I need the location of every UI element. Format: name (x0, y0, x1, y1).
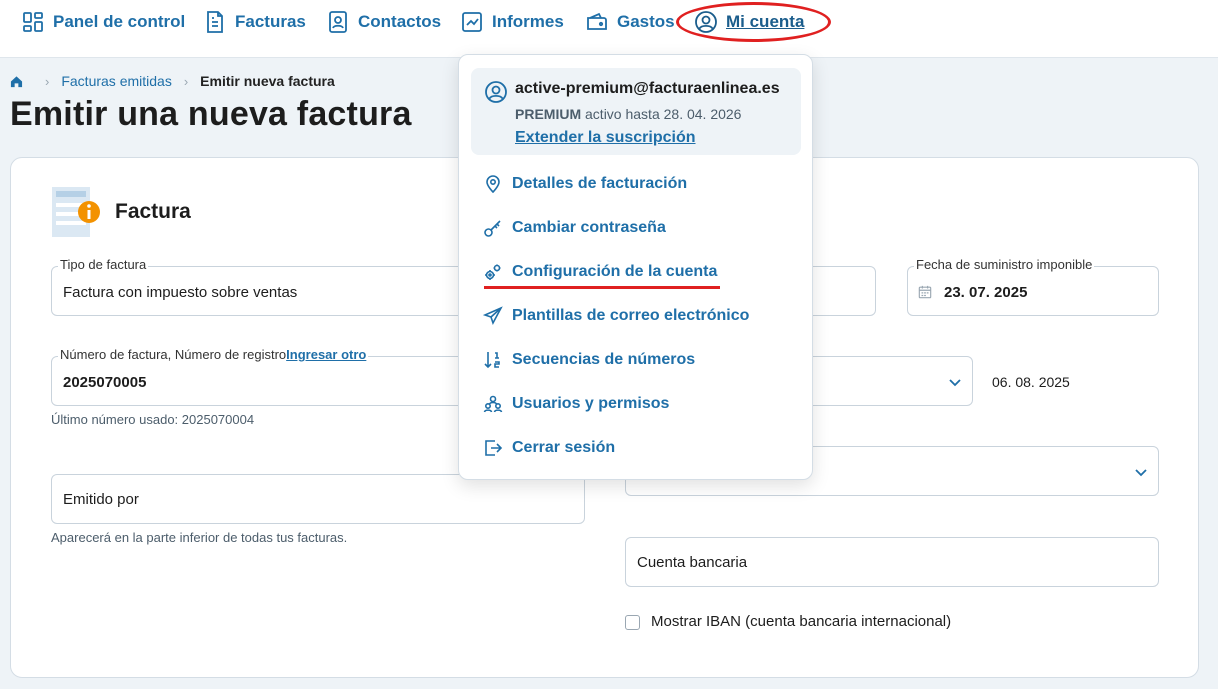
invoice-number-value: 2025070005 (63, 374, 147, 391)
users-icon (483, 395, 503, 413)
dashboard-icon (23, 12, 43, 32)
nav-reports[interactable]: Informes (460, 8, 564, 36)
send-icon (483, 306, 503, 326)
issued-by-placeholder: Emitido por (63, 491, 139, 508)
chevron-down-icon (949, 379, 961, 387)
subscription-status: PREMIUM activo hasta 28. 04. 2026 (515, 106, 741, 122)
nav-contacts-label: Contactos (358, 12, 442, 31)
nav-my-account-label: Mi cuenta (726, 12, 805, 31)
nav-my-account[interactable]: Mi cuenta (694, 8, 804, 36)
breadcrumb-separator-icon: › (183, 73, 189, 89)
menu-billing-details[interactable]: Detalles de facturación (483, 171, 783, 197)
bank-account-input[interactable]: Cuenta bancaria (625, 537, 1159, 587)
chevron-down-icon (1135, 469, 1147, 477)
plan-status: activo hasta 28. 04. 2026 (585, 106, 742, 122)
menu-change-password[interactable]: Cambiar contraseña (483, 215, 783, 241)
invoice-icon (207, 11, 223, 33)
menu-number-sequences-label: Secuencias de números (512, 351, 696, 368)
nav-expenses[interactable]: Gastos (585, 8, 675, 36)
issued-by-helper: Aparecerá en la parte inferior de todas … (51, 530, 348, 545)
key-icon (484, 220, 501, 237)
plan-badge: PREMIUM (515, 106, 582, 122)
invoice-info-icon (52, 187, 100, 237)
logout-icon (485, 440, 503, 456)
breadcrumb-current: Emitir nueva factura (200, 73, 335, 89)
show-iban-label[interactable]: Mostrar IBAN (cuenta bancaria internacio… (651, 613, 951, 630)
user-circle-icon (695, 11, 717, 33)
enter-other-link[interactable]: Ingresar otro (286, 347, 366, 362)
show-iban-checkbox[interactable] (625, 615, 640, 630)
nav-invoices-label: Facturas (235, 12, 306, 31)
invoice-number-label-text: Número de factura, Número de registro (60, 347, 287, 362)
sort-numbers-icon (484, 352, 500, 369)
menu-change-password-label: Cambiar contraseña (512, 219, 666, 236)
gears-icon (485, 264, 501, 280)
section-title: Factura (115, 200, 191, 223)
menu-email-templates-label: Plantillas de correo electrónico (512, 307, 750, 324)
menu-account-settings[interactable]: Configuración de la cuenta (483, 259, 783, 285)
nav-invoices[interactable]: Facturas (203, 8, 306, 36)
account-dropdown-menu: active-premium@facturaenlinea.es PREMIUM… (458, 54, 813, 480)
nav-expenses-label: Gastos (617, 12, 675, 31)
due-date-value: 06. 08. 2025 (992, 374, 1070, 390)
user-circle-icon (485, 81, 507, 103)
extend-subscription-link[interactable]: Extender la suscripción (515, 129, 696, 147)
reports-icon (462, 12, 482, 32)
account-email: active-premium@facturaenlinea.es (515, 80, 780, 97)
breadcrumb-issued-invoices[interactable]: Facturas emitidas (61, 73, 171, 89)
map-pin-icon (486, 175, 500, 194)
taxable-supply-date-field[interactable]: Fecha de suministro imponible 23. 07. 20… (907, 257, 1159, 316)
page-title: Emitir una nueva factura (10, 95, 412, 133)
menu-logout[interactable]: Cerrar sesión (483, 435, 783, 461)
invoice-type-label: Tipo de factura (58, 257, 149, 272)
menu-users-permissions[interactable]: Usuarios y permisos (483, 391, 783, 417)
highlight-underline (484, 286, 720, 289)
menu-logout-label: Cerrar sesión (512, 439, 616, 456)
breadcrumb: › Facturas emitidas › Emitir nueva factu… (10, 72, 335, 90)
nav-dashboard[interactable]: Panel de control (21, 8, 185, 36)
menu-email-templates[interactable]: Plantillas de correo electrónico (483, 303, 783, 329)
menu-users-permissions-label: Usuarios y permisos (512, 395, 670, 412)
top-navigation: Panel de control Facturas Contactos Info… (0, 0, 1218, 58)
contacts-icon (329, 11, 347, 33)
bank-account-placeholder: Cuenta bancaria (637, 554, 748, 571)
taxable-supply-date-label: Fecha de suministro imponible (914, 257, 1095, 272)
invoice-type-value: Factura con impuesto sobre ventas (63, 284, 298, 301)
last-number-helper: Último número usado: 2025070004 (51, 412, 255, 427)
nav-contacts[interactable]: Contactos (326, 8, 441, 36)
invoice-number-label: Número de factura, Número de registroIng… (58, 347, 369, 362)
wallet-icon (587, 12, 607, 30)
nav-dashboard-label: Panel de control (53, 12, 186, 31)
home-icon[interactable] (10, 75, 23, 88)
menu-number-sequences[interactable]: Secuencias de números (483, 347, 783, 373)
taxable-supply-date-value: 23. 07. 2025 (944, 284, 1028, 301)
calendar-icon (918, 285, 932, 299)
issued-by-input[interactable]: Emitido por (51, 474, 585, 524)
menu-billing-details-label: Detalles de facturación (512, 175, 688, 192)
nav-reports-label: Informes (492, 12, 564, 31)
menu-account-settings-label: Configuración de la cuenta (512, 263, 718, 280)
breadcrumb-separator-icon: › (45, 73, 50, 89)
account-summary: active-premium@facturaenlinea.es PREMIUM… (471, 68, 801, 155)
